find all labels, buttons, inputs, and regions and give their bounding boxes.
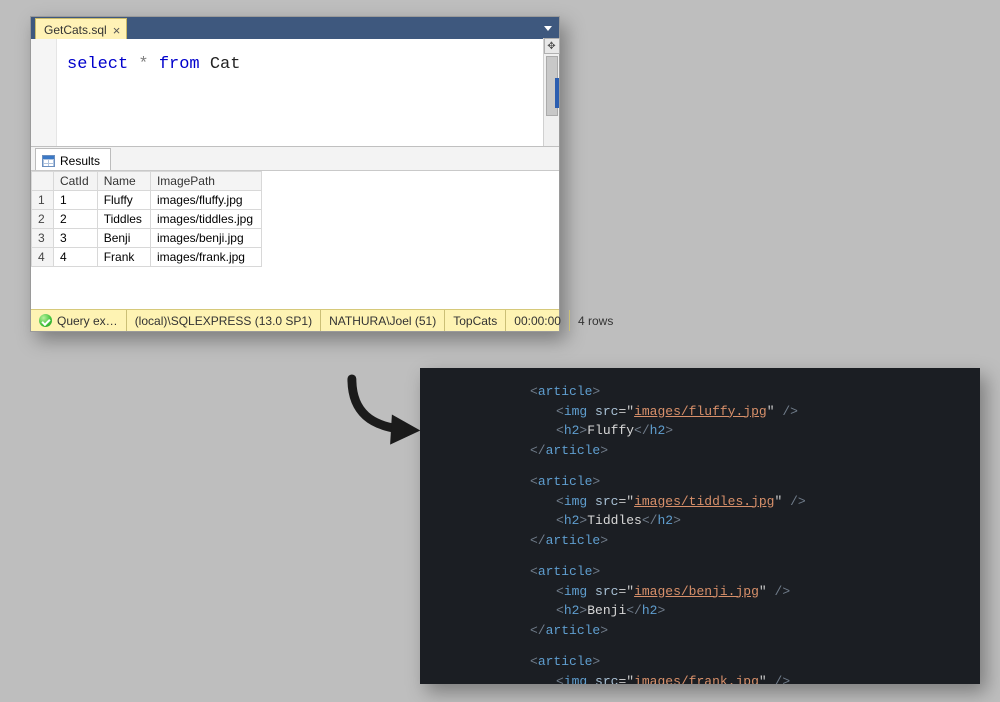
cell-catid: 2 xyxy=(54,210,98,229)
status-query-state: Query ex… xyxy=(31,310,127,331)
close-icon[interactable]: × xyxy=(113,24,121,37)
document-tabstrip: GetCats.sql × xyxy=(31,17,559,39)
table-row[interactable]: 11Fluffyimages/fluffy.jpg xyxy=(32,191,262,210)
results-tabstrip: Results xyxy=(31,147,559,171)
cell-imagepath: images/tiddles.jpg xyxy=(150,210,261,229)
cell-imagepath: images/benji.jpg xyxy=(150,229,261,248)
arrow-icon xyxy=(338,370,428,450)
table-row[interactable]: 22Tiddlesimages/tiddles.jpg xyxy=(32,210,262,229)
cell-imagepath: images/fluffy.jpg xyxy=(150,191,261,210)
split-handle-icon[interactable]: ✥ xyxy=(544,38,560,54)
column-header[interactable]: ImagePath xyxy=(150,172,261,191)
row-number: 2 xyxy=(32,210,54,229)
sql-query-window: GetCats.sql × select * from Cat ✥ Result… xyxy=(30,16,560,332)
grid-icon xyxy=(42,155,55,167)
table-row[interactable]: 33Benjiimages/benji.jpg xyxy=(32,229,262,248)
status-elapsed: 00:00:00 xyxy=(506,310,570,331)
editor-gutter xyxy=(31,39,57,146)
status-text: Query ex… xyxy=(57,314,118,328)
results-tab-label: Results xyxy=(60,154,100,168)
results-tab[interactable]: Results xyxy=(35,148,111,170)
row-number: 3 xyxy=(32,229,54,248)
tabstrip-dropdown-icon[interactable] xyxy=(541,21,555,35)
row-number: 1 xyxy=(32,191,54,210)
table-header-row: CatId Name ImagePath xyxy=(32,172,262,191)
status-user: NATHURA\Joel (51) xyxy=(321,310,445,331)
html-code-window: <article><img src="images/fluffy.jpg" />… xyxy=(420,368,980,684)
cell-name: Benji xyxy=(97,229,150,248)
code-block: <article><img src="images/fluffy.jpg" />… xyxy=(530,382,960,460)
cell-name: Fluffy xyxy=(97,191,150,210)
code-block: <article><img src="images/tiddles.jpg" /… xyxy=(530,472,960,550)
sql-text: select * from Cat xyxy=(57,39,250,146)
cell-name: Frank xyxy=(97,248,150,267)
document-tab-label: GetCats.sql xyxy=(44,23,107,37)
cell-catid: 3 xyxy=(54,229,98,248)
cell-name: Tiddles xyxy=(97,210,150,229)
editor-scrollbar[interactable]: ✥ xyxy=(543,38,559,146)
table-row[interactable]: 44Frankimages/frank.jpg xyxy=(32,248,262,267)
results-table[interactable]: CatId Name ImagePath 11Fluffyimages/fluf… xyxy=(31,171,262,267)
cell-catid: 4 xyxy=(54,248,98,267)
code-block: <article><img src="images/benji.jpg" /><… xyxy=(530,562,960,640)
cell-catid: 1 xyxy=(54,191,98,210)
status-bar: Query ex… (local)\SQLEXPRESS (13.0 SP1) … xyxy=(31,309,559,331)
check-circle-icon xyxy=(39,314,52,327)
row-header-corner xyxy=(32,172,54,191)
overview-marker xyxy=(555,78,559,108)
column-header[interactable]: Name xyxy=(97,172,150,191)
cell-imagepath: images/frank.jpg xyxy=(150,248,261,267)
sql-editor[interactable]: select * from Cat ✥ xyxy=(31,39,559,147)
code-block: <article><img src="images/frank.jpg" /><… xyxy=(530,652,960,684)
status-rowcount: 4 rows xyxy=(570,310,621,331)
results-grid: CatId Name ImagePath 11Fluffyimages/fluf… xyxy=(31,171,559,309)
document-tab[interactable]: GetCats.sql × xyxy=(35,18,127,39)
row-number: 4 xyxy=(32,248,54,267)
status-database: TopCats xyxy=(445,310,506,331)
status-server: (local)\SQLEXPRESS (13.0 SP1) xyxy=(127,310,321,331)
column-header[interactable]: CatId xyxy=(54,172,98,191)
